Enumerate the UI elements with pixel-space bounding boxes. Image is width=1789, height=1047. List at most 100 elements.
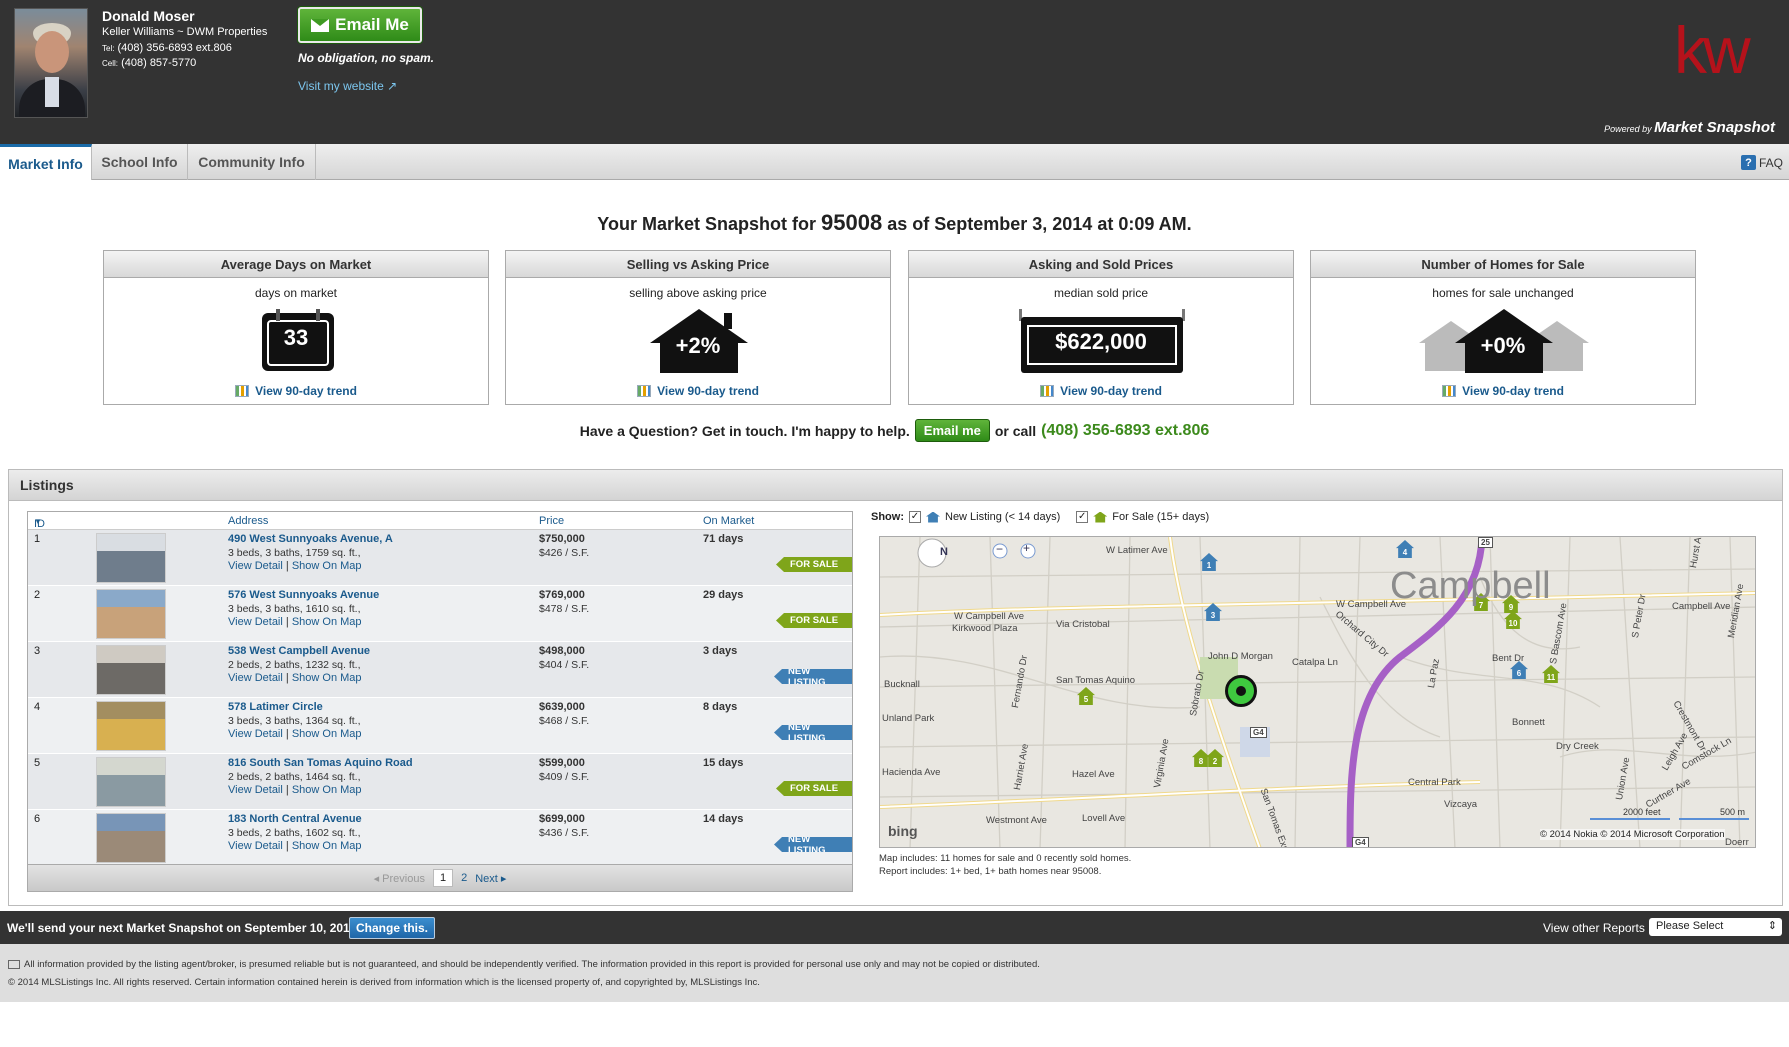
listing-thumbnail[interactable] [96,645,166,695]
snapshot-title: Your Market Snapshot for 95008 as of Sep… [597,210,1192,235]
show-on-map-link[interactable]: Show On Map [292,840,362,852]
listing-thumbnail[interactable] [96,533,166,583]
listing-id: 2 [34,589,41,601]
listing-address-link[interactable]: 816 South San Tomas Aquino Road [228,757,413,769]
footer-bar: We'll send your next Market Snapshot on … [0,911,1789,944]
listings-table: ID ▼ Address Price On Market 1 490 West S… [27,511,853,892]
email-me-button[interactable]: Email Me [298,7,422,43]
report-select[interactable]: Please Select [1649,918,1782,936]
for-sale-checkbox[interactable]: ✓ [1076,511,1089,523]
zoom-in-icon[interactable]: + [1023,541,1030,555]
show-on-map-link[interactable]: Show On Map [292,560,362,572]
show-on-map-link[interactable]: Show On Map [292,616,362,628]
table-header: ID ▼ Address Price On Market [28,512,852,530]
listing-row[interactable]: 1 490 West Sunnyoaks Avenue, A 3 beds, 3 b… [28,530,852,586]
card-title: Average Days on Market [104,251,488,278]
view-trend-link[interactable]: View 90-day trend [506,384,890,398]
tab-community-info[interactable]: Community Info [188,144,316,180]
listing-links: View Detail | Show On Map [228,672,362,684]
view-detail-link[interactable]: View Detail [228,784,283,796]
listing-details: 2 beds, 2 baths, 1464 sq. ft., [228,771,361,783]
card-subtitle: median sold price [1053,286,1149,300]
tab-school-info[interactable]: School Info [92,144,188,180]
listing-marker-icon[interactable]: 2 [1206,749,1224,767]
zoom-out-icon[interactable]: − [996,542,1003,556]
tab-market-info[interactable]: Market Info [0,144,92,180]
column-price[interactable]: Price [539,515,564,527]
listing-address-link[interactable]: 183 North Central Avenue [228,813,362,825]
faq-link[interactable]: ? FAQ [1740,155,1783,170]
column-id[interactable]: ID ▼ [34,515,45,530]
email-me-small-button[interactable]: Email me [914,419,990,442]
card-value: $622,000 [1055,329,1147,354]
listing-thumbnail[interactable] [96,701,166,751]
listing-rows: 1 490 West Sunnyoaks Avenue, A 3 beds, 3 b… [28,530,852,866]
listing-marker-icon[interactable]: 1 [1200,553,1218,571]
listing-status-badge: NEW LISTING [774,669,852,684]
view-detail-link[interactable]: View Detail [228,728,283,740]
card-title: Asking and Sold Prices [909,251,1293,278]
view-detail-link[interactable]: View Detail [228,672,283,684]
view-detail-link[interactable]: View Detail [228,840,283,852]
agent-company: Keller Williams ~ DWM Properties [102,26,268,38]
listings-map[interactable]: W Latimer Ave W Campbell Ave W Campbell Av… [879,536,1756,848]
listing-address-link[interactable]: 490 West Sunnyoaks Avenue, A [228,533,393,545]
view-trend-link[interactable]: View 90-day trend [909,384,1293,398]
price-sign-icon: $622,000 [909,309,1293,373]
listing-marker-icon[interactable]: 11 [1542,665,1560,683]
page-1[interactable]: 1 [432,869,454,887]
agent-phone: Tel: (408) 356-6893 ext.806 [102,42,232,54]
show-on-map-link[interactable]: Show On Map [292,672,362,684]
listing-thumbnail[interactable] [96,589,166,639]
listing-marker-icon[interactable]: 6 [1510,661,1528,679]
new-listing-checkbox[interactable]: ✓ [909,511,921,523]
show-on-map-link[interactable]: Show On Map [292,728,362,740]
listing-thumbnail[interactable] [96,757,166,807]
view-detail-link[interactable]: View Detail [228,616,283,628]
card-subtitle: selling above asking price [629,286,767,300]
column-on-market[interactable]: On Market [703,515,754,527]
listing-address-link[interactable]: 538 West Campbell Avenue [228,645,370,657]
listing-links: View Detail | Show On Map [228,560,362,572]
for-sale-filter-label: For Sale (15+ days) [1112,511,1210,523]
page-2[interactable]: 2 [461,872,467,884]
external-link-icon: ↗ [387,79,398,93]
listing-marker-icon[interactable]: 8 [1192,749,1210,767]
bar-chart-icon [1040,385,1055,397]
show-on-map-link[interactable]: Show On Map [292,784,362,796]
compass-icon[interactable]: N [940,546,948,558]
previous-page[interactable]: ◂ Previous [374,872,425,885]
view-trend-link[interactable]: View 90-day trend [1311,384,1695,398]
next-page[interactable]: Next ▸ [475,872,506,885]
card-asking-sold-prices: Asking and Sold Prices median sold price… [908,250,1294,405]
listing-address-link[interactable]: 578 Latimer Circle [228,701,323,713]
card-days-on-market: Average Days on Market days on market 33… [103,250,489,405]
listing-row[interactable]: 6 183 North Central Avenue 3 beds, 2 baths… [28,810,852,866]
new-listing-house-icon [926,511,940,523]
view-other-label: View other Reports [1543,921,1645,935]
listing-marker-icon[interactable]: 10 [1504,611,1522,629]
listing-details: 3 beds, 3 baths, 1364 sq. ft., [228,715,361,727]
listing-row[interactable]: 2 576 West Sunnyoaks Avenue 3 beds, 3 bath… [28,586,852,642]
card-selling-vs-asking: Selling vs Asking Price selling above as… [505,250,891,405]
listing-marker-icon[interactable]: 3 [1204,603,1222,621]
listing-row[interactable]: 3 538 West Campbell Avenue 2 beds, 2 baths… [28,642,852,698]
listing-thumbnail[interactable] [96,813,166,863]
listing-price-per-sqft: $478 / S.F. [539,603,590,615]
envelope-icon [311,18,330,32]
listing-marker-icon[interactable]: 5 [1077,687,1095,705]
selected-location-pin[interactable] [1225,675,1257,707]
listing-status-badge: FOR SALE [776,781,852,796]
listing-marker-icon[interactable]: 4 [1396,540,1414,558]
listing-address-link[interactable]: 576 West Sunnyoaks Avenue [228,589,379,601]
view-detail-link[interactable]: View Detail [228,560,283,572]
disclaimer: All information provided by the listing … [0,944,1789,1002]
visit-website-link[interactable]: Visit my website ↗ [298,79,397,93]
view-trend-link[interactable]: View 90-day trend [104,384,488,398]
listing-id: 4 [34,701,41,713]
listing-row[interactable]: 4 578 Latimer Circle 3 beds, 3 baths, 1364… [28,698,852,754]
listing-days-on-market: 71 days [703,533,744,545]
change-schedule-button[interactable]: Change this. [349,917,436,939]
column-address[interactable]: Address [228,515,268,527]
listing-row[interactable]: 5 816 South San Tomas Aquino Road 2 beds, … [28,754,852,810]
